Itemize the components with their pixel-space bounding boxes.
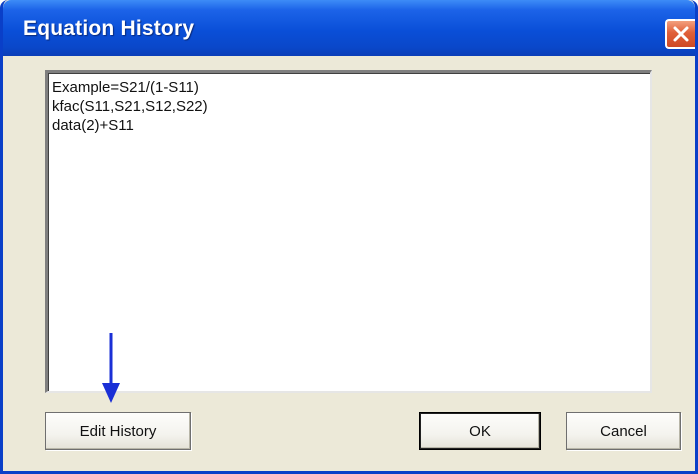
close-icon [673,26,689,42]
equation-history-dialog: Equation History Example=S21/(1-S11) kfa… [0,0,698,474]
list-item[interactable]: data(2)+S11 [52,117,134,135]
down-arrow-icon [102,333,120,403]
equation-history-list[interactable]: Example=S21/(1-S11) kfac(S11,S21,S12,S22… [45,70,652,393]
close-button[interactable] [665,19,695,49]
edit-history-button[interactable]: Edit History [45,412,191,450]
cancel-button[interactable]: Cancel [566,412,681,450]
list-item[interactable]: Example=S21/(1-S11) [52,79,199,97]
window-title: Equation History [23,17,195,40]
list-item[interactable]: kfac(S11,S21,S12,S22) [52,98,208,116]
title-bar: Equation History [3,0,695,56]
ok-button[interactable]: OK [419,412,541,450]
